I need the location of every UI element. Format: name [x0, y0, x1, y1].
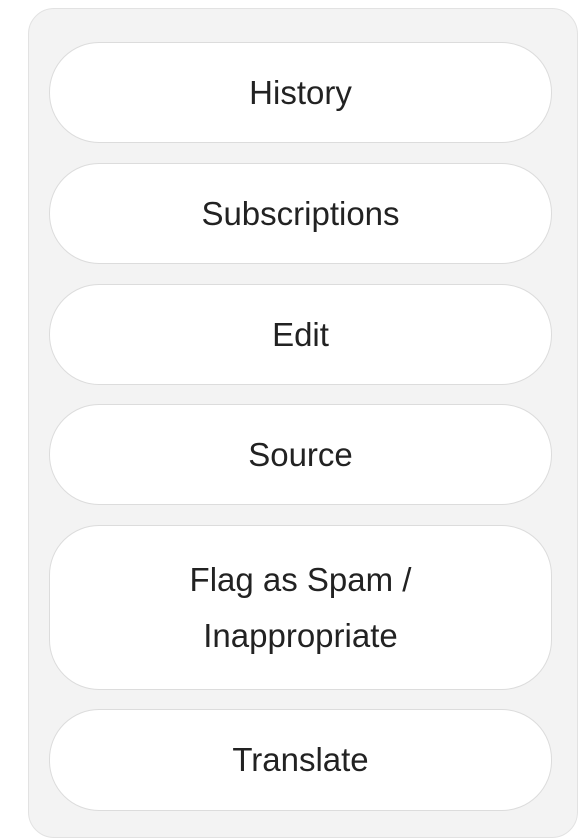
- translate-button-label: Translate: [232, 741, 369, 778]
- page-actions-panel: History Subscriptions Edit Source Flag a…: [28, 8, 578, 838]
- translate-button[interactable]: Translate: [49, 709, 552, 811]
- history-button[interactable]: History: [49, 42, 552, 143]
- edit-button-label: Edit: [272, 315, 329, 353]
- flag-spam-button-label: Flag as Spam / Inappropriate: [189, 560, 412, 654]
- flag-spam-button[interactable]: Flag as Spam / Inappropriate: [49, 525, 552, 690]
- source-button-label: Source: [248, 435, 353, 473]
- edit-button[interactable]: Edit: [49, 284, 552, 385]
- subscriptions-button-label: Subscriptions: [201, 194, 400, 232]
- subscriptions-button[interactable]: Subscriptions: [49, 163, 552, 264]
- source-button[interactable]: Source: [49, 404, 552, 505]
- history-button-label: History: [249, 73, 352, 111]
